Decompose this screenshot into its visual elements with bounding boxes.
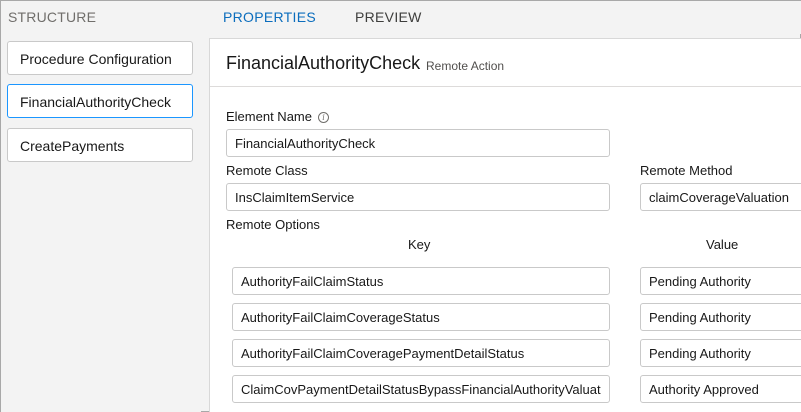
info-icon[interactable]: i: [317, 112, 329, 123]
structure-panel: Procedure Configuration FinancialAuthori…: [1, 34, 201, 412]
element-type-label: Remote Action: [426, 59, 505, 73]
remote-option-value-input[interactable]: [640, 375, 801, 403]
structure-item-procedure-configuration[interactable]: Procedure Configuration: [7, 41, 193, 75]
element-title: FinancialAuthorityCheck: [226, 53, 421, 73]
key-column-header: Key: [408, 237, 431, 252]
remote-option-value-input[interactable]: [640, 303, 801, 331]
tab-preview[interactable]: PREVIEW: [355, 9, 422, 25]
tab-properties[interactable]: PROPERTIES: [223, 9, 316, 25]
structure-title: STRUCTURE: [8, 9, 97, 25]
element-name-input[interactable]: [226, 129, 610, 157]
remote-method-input[interactable]: [640, 183, 801, 211]
structure-item-financial-authority-check[interactable]: FinancialAuthorityCheck: [7, 84, 193, 118]
remote-method-label: Remote Method: [640, 163, 733, 178]
value-column-header: Value: [706, 237, 739, 252]
element-name-label: Element Name i: [226, 109, 329, 124]
remote-option-key-input[interactable]: [232, 339, 610, 367]
remote-option-key-input[interactable]: [232, 303, 610, 331]
remote-option-key-input[interactable]: [232, 375, 610, 403]
remote-option-value-input[interactable]: [640, 339, 801, 367]
remote-options-label: Remote Options: [226, 217, 320, 232]
structure-item-create-payments[interactable]: CreatePayments: [7, 128, 193, 162]
remote-class-input[interactable]: [226, 183, 610, 211]
remote-option-key-input[interactable]: [232, 267, 610, 295]
remote-class-label: Remote Class: [226, 163, 308, 178]
element-name-label-text: Element Name: [226, 109, 312, 124]
remote-option-value-input[interactable]: [640, 267, 801, 295]
top-header: STRUCTURE PROPERTIES PREVIEW: [1, 1, 801, 34]
properties-panel: FinancialAuthorityCheck Remote Action El…: [209, 38, 801, 412]
properties-header: FinancialAuthorityCheck Remote Action: [210, 39, 801, 87]
